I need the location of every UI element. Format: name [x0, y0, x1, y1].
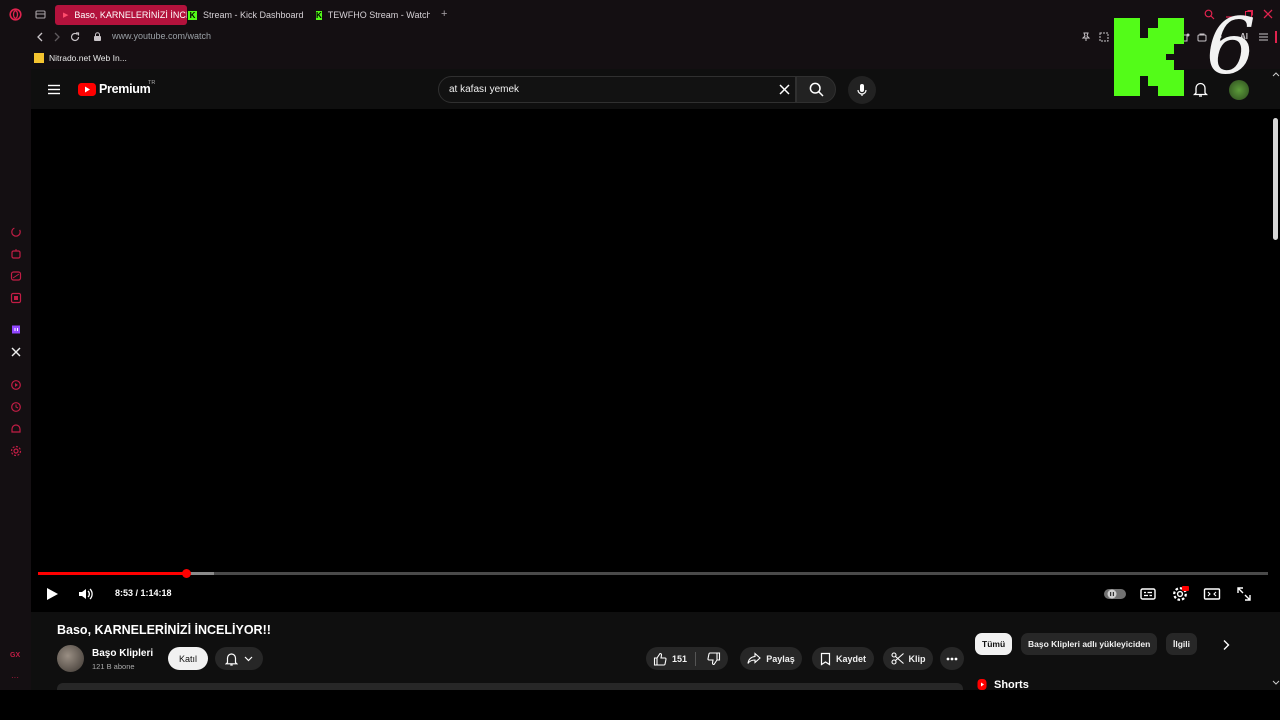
tab-label: Stream - Kick Dashboard	[203, 10, 304, 20]
tab-tewfho-stream[interactable]: K TEWFHO Stream - Watch L	[316, 5, 430, 25]
hamburger-menu-icon[interactable]	[47, 83, 61, 96]
kick-favicon-icon: K	[316, 10, 322, 20]
subtitles-icon[interactable]	[1139, 585, 1157, 603]
snapshot-icon[interactable]	[1099, 32, 1109, 42]
clip-button[interactable]: Klip	[883, 647, 933, 670]
progress-track[interactable]	[38, 572, 1268, 575]
thumbs-down-icon	[707, 651, 721, 665]
channel-name[interactable]: Başo Klipleri	[92, 648, 153, 659]
chip-all[interactable]: Tümü	[975, 633, 1013, 655]
scroll-down-arrow-icon[interactable]	[1272, 680, 1280, 686]
more-sidebar-icon[interactable]: ···	[11, 673, 19, 682]
url-field[interactable]: www.youtube.com/watch	[112, 31, 211, 41]
search-icon	[809, 82, 824, 97]
messenger-icon[interactable]	[10, 270, 22, 282]
fullscreen-icon[interactable]	[1235, 585, 1253, 603]
close-window-icon[interactable]	[1263, 9, 1273, 19]
kick-favicon-icon: K	[188, 10, 197, 20]
save-label: Kaydet	[835, 653, 866, 664]
forward-icon[interactable]	[52, 32, 62, 42]
shorts-header: Shorts	[976, 678, 1029, 691]
twitch-icon[interactable]	[10, 324, 22, 336]
opera-logo-icon[interactable]	[9, 8, 22, 21]
tab-label: Baso, KARNELERİNİZİ İNCE	[74, 10, 187, 20]
microphone-icon	[857, 84, 867, 96]
youtube-favicon-icon: ▶	[63, 12, 69, 19]
clip-label: Klip	[908, 653, 926, 664]
scrubber-handle[interactable]	[182, 569, 191, 578]
history-icon[interactable]	[10, 401, 22, 413]
easy-setup-menu-icon[interactable]	[1258, 32, 1269, 42]
scroll-up-arrow-icon[interactable]	[1272, 71, 1280, 77]
share-label: Paylaş	[766, 653, 795, 664]
chip-uploader[interactable]: Başo Klipleri adlı yükleyiciden	[1021, 633, 1158, 655]
chip-related[interactable]: İlgili	[1166, 633, 1197, 655]
folder-icon	[34, 53, 44, 63]
time-display: 8:53 / 1:14:18	[115, 588, 172, 598]
workspaces-icon[interactable]	[35, 9, 46, 20]
video-title: Baso, KARNELERİNİZİ İNCELİYOR!!	[57, 623, 271, 637]
tab-label: TEWFHO Stream - Watch L	[327, 10, 430, 20]
tab-youtube[interactable]: ▶ Baso, KARNELERİNİZİ İNCE	[55, 5, 187, 25]
like-count: 151	[671, 653, 688, 664]
thumbs-up-icon	[653, 652, 667, 666]
bell-icon	[225, 652, 238, 666]
search-button[interactable]	[796, 76, 836, 103]
search-input[interactable]: at kafası yemek	[449, 84, 519, 95]
bookmark-nitrado[interactable]: Nitrado.net Web In...	[34, 53, 127, 63]
more-actions-icon[interactable]	[940, 647, 964, 670]
aria-icon[interactable]	[10, 226, 22, 238]
new-tab-plus-icon[interactable]: +	[441, 9, 447, 20]
music-player-icon[interactable]	[10, 379, 22, 391]
youtube-premium-logo[interactable]: Premium	[78, 82, 151, 96]
save-button[interactable]: Kaydet	[812, 647, 874, 670]
chevron-down-icon	[244, 656, 253, 661]
bookmark-label: Nitrado.net Web In...	[49, 53, 127, 63]
description-box[interactable]	[57, 683, 963, 690]
extensions-sidebar-icon[interactable]	[10, 423, 22, 435]
play-icon[interactable]	[43, 585, 61, 603]
kick-logo-overlay	[1114, 18, 1186, 96]
player-icon[interactable]	[10, 292, 22, 304]
autoplay-toggle[interactable]	[1104, 588, 1126, 600]
dislike-button[interactable]	[701, 651, 721, 666]
chevron-right-icon[interactable]	[1221, 639, 1231, 651]
lock-icon[interactable]	[93, 32, 102, 42]
like-button[interactable]: 151	[653, 651, 697, 666]
pin-icon[interactable]	[1081, 32, 1091, 42]
shorts-label: Shorts	[994, 678, 1029, 691]
reload-icon[interactable]	[70, 32, 80, 42]
x-twitter-icon[interactable]	[10, 346, 22, 358]
channel-avatar[interactable]	[57, 645, 84, 672]
settings-sidebar-icon[interactable]	[10, 445, 22, 457]
overlay-number: 6	[1206, 2, 1256, 92]
settings-gear-icon[interactable]	[1171, 585, 1189, 603]
sidebar-accent-marker	[1275, 31, 1277, 43]
scissors-icon	[890, 652, 904, 665]
clear-search-icon[interactable]	[778, 83, 791, 96]
theater-mode-icon[interactable]	[1203, 585, 1221, 603]
shorts-icon	[977, 679, 987, 690]
volume-icon[interactable]	[77, 585, 95, 603]
share-icon	[747, 652, 762, 664]
chatgpt-icon[interactable]	[10, 248, 22, 260]
like-dislike-group: 151	[646, 647, 728, 670]
join-button[interactable]: Katıl	[168, 647, 208, 670]
bookmarks-bar	[0, 49, 1280, 69]
progress-played	[38, 572, 186, 575]
bookmark-icon	[820, 652, 831, 666]
subscribed-bell-button[interactable]	[215, 647, 263, 670]
tab-kick-dashboard[interactable]: K Stream - Kick Dashboard	[188, 5, 306, 25]
voice-search-button[interactable]	[848, 76, 876, 104]
youtube-logo-icon	[78, 82, 96, 96]
subscriber-count: 121 B abone	[92, 662, 135, 671]
video-player[interactable]	[31, 109, 1280, 612]
share-button[interactable]: Paylaş	[740, 647, 802, 670]
back-icon[interactable]	[35, 32, 45, 42]
gx-corner-icon[interactable]: GX	[10, 652, 20, 659]
scrollbar-thumb[interactable]	[1273, 118, 1278, 240]
region-code: TR	[148, 80, 156, 86]
logo-text: Premium	[99, 82, 151, 96]
